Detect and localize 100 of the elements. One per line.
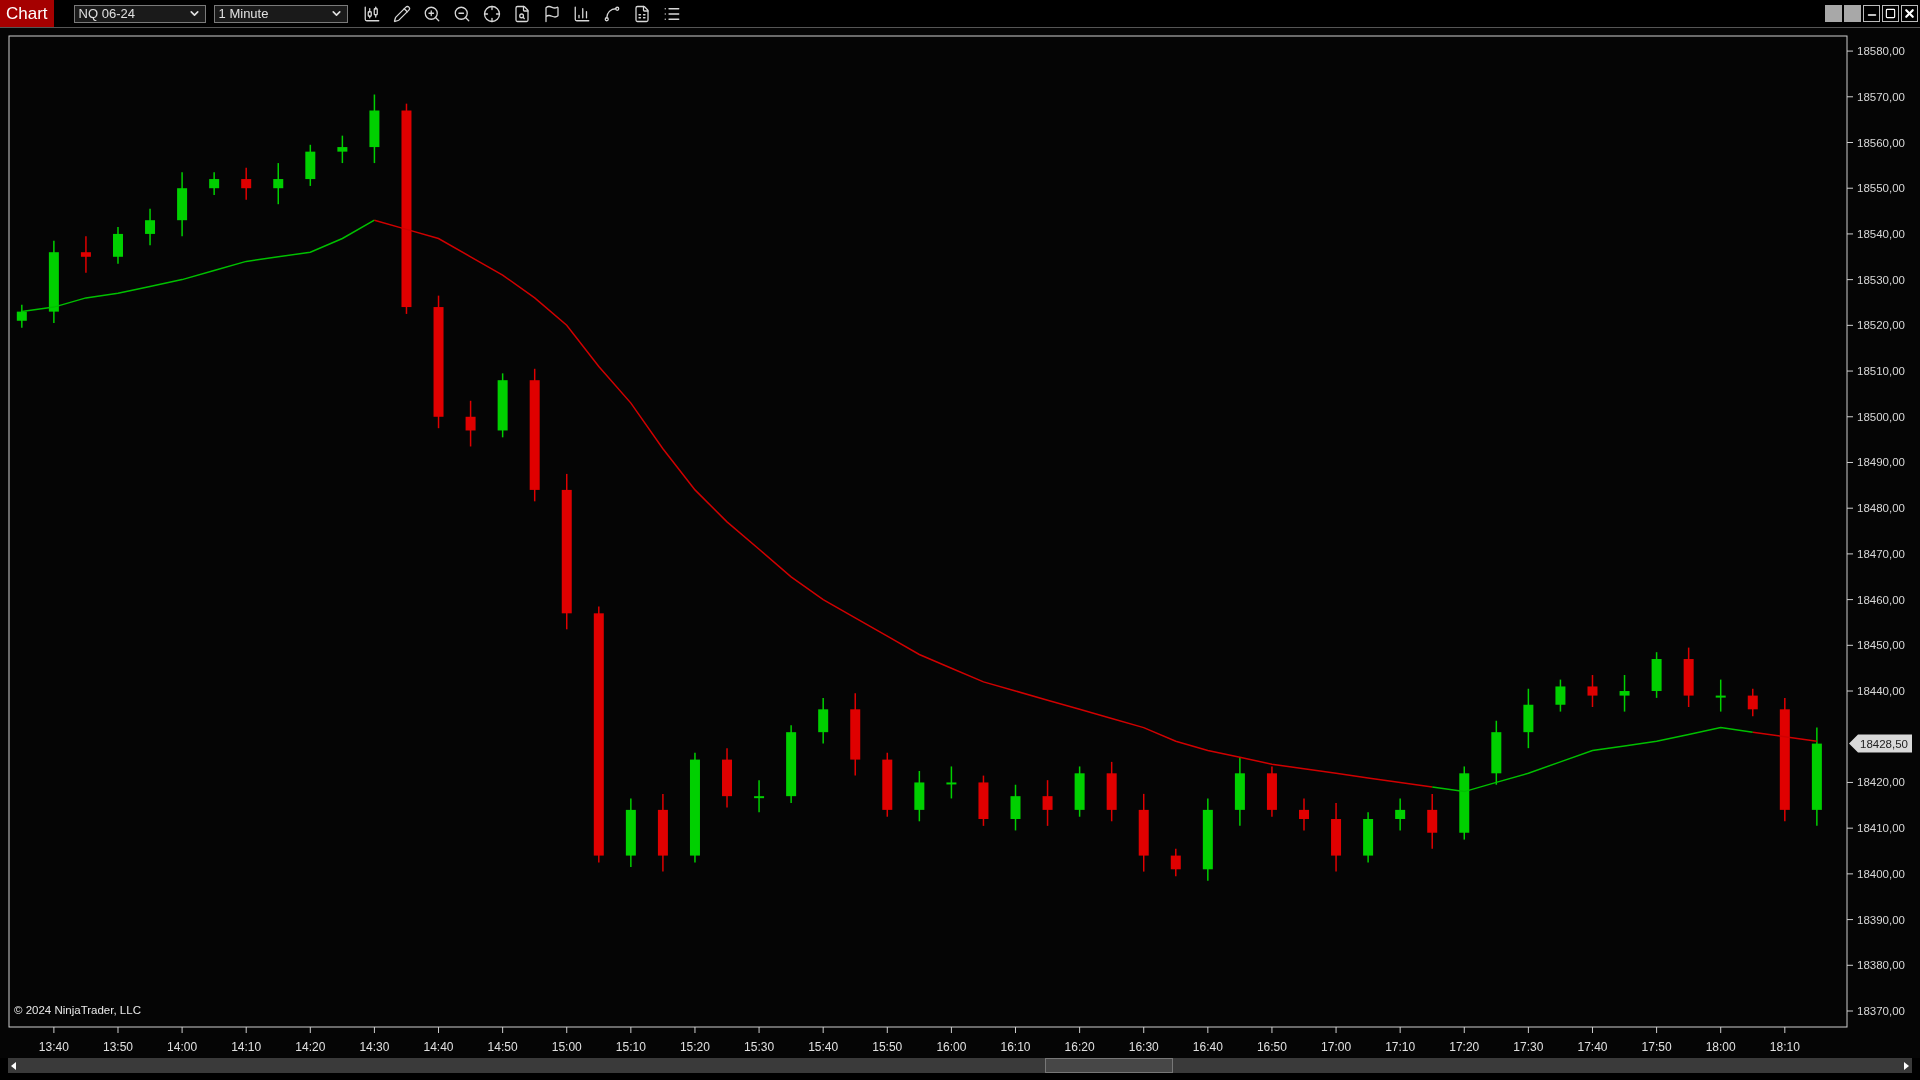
price-axis-label: 18550,00 xyxy=(1857,182,1905,195)
interval-dropdown[interactable]: 1 Minute xyxy=(213,4,348,23)
price-axis-label: 18540,00 xyxy=(1857,227,1905,240)
price-axis-label: 18520,00 xyxy=(1857,319,1905,332)
time-axis-label: 18:00 xyxy=(1705,1040,1736,1054)
scroll-left-arrow[interactable] xyxy=(11,1061,16,1070)
flag-button[interactable] xyxy=(542,4,562,23)
time-axis-label: 14:30 xyxy=(359,1040,390,1054)
time-axis-label: 14:00 xyxy=(167,1040,198,1054)
candle xyxy=(946,765,957,800)
candle xyxy=(80,235,91,274)
candle xyxy=(209,171,220,196)
candle xyxy=(177,171,188,237)
line-chart-icon xyxy=(603,4,622,23)
candle xyxy=(1299,797,1309,832)
candle xyxy=(305,144,316,187)
time-axis-label: 17:20 xyxy=(1449,1040,1480,1054)
candle xyxy=(1010,784,1021,832)
line-chart-button[interactable] xyxy=(602,4,622,23)
price-axis-label: 18560,00 xyxy=(1857,136,1905,149)
zoom-out-icon xyxy=(453,4,472,23)
time-axis-label: 14:50 xyxy=(487,1040,518,1054)
document-search-button[interactable] xyxy=(512,4,532,23)
window-title: Chart xyxy=(0,0,54,27)
candle xyxy=(1170,848,1181,877)
candle xyxy=(1266,765,1277,818)
candle xyxy=(1651,651,1662,699)
time-axis-label: 16:40 xyxy=(1192,1040,1223,1054)
bar-chart-button[interactable] xyxy=(572,4,592,23)
candle xyxy=(145,208,156,247)
price-axis-label: 18490,00 xyxy=(1857,456,1905,469)
candle xyxy=(754,779,765,813)
time-axis-label: 18:10 xyxy=(1769,1040,1800,1054)
price-axis-label: 18510,00 xyxy=(1857,365,1905,378)
pencil-button[interactable] xyxy=(392,4,412,23)
time-axis-label: 17:30 xyxy=(1513,1040,1544,1054)
zoom-in-button[interactable] xyxy=(422,4,442,23)
time-axis-label: 13:50 xyxy=(102,1040,133,1054)
copyright-text: © 2024 NinjaTrader, LLC xyxy=(14,1004,141,1016)
candle xyxy=(1491,720,1502,786)
maximize-button[interactable] xyxy=(1882,5,1899,22)
price-axis-label: 18450,00 xyxy=(1857,639,1905,652)
candle xyxy=(113,226,123,265)
candle xyxy=(1234,756,1245,827)
close-icon xyxy=(1903,7,1916,20)
time-axis-label: 14:40 xyxy=(423,1040,454,1054)
time-axis-label: 15:10 xyxy=(615,1040,646,1054)
scroll-thumb[interactable] xyxy=(1045,1058,1173,1073)
spreadsheet-button[interactable] xyxy=(632,4,652,23)
candle xyxy=(1619,674,1630,713)
candle xyxy=(978,774,989,827)
time-axis-label: 14:10 xyxy=(231,1040,262,1054)
scroll-right-arrow[interactable] xyxy=(1904,1061,1909,1070)
instrument-dropdown[interactable]: NQ 06-24 xyxy=(73,4,206,23)
crosshair-icon xyxy=(483,4,502,23)
price-axis-label: 18580,00 xyxy=(1857,45,1905,58)
candlestick-icon xyxy=(363,4,382,23)
price-axis-label: 18530,00 xyxy=(1857,273,1905,286)
time-axis-label: 14:20 xyxy=(295,1040,326,1054)
candle xyxy=(1747,688,1758,717)
zoom-out-button[interactable] xyxy=(452,4,472,23)
maximize-icon xyxy=(1885,8,1896,19)
candle xyxy=(1587,674,1598,708)
document-search-icon xyxy=(513,4,532,23)
time-axis-label: 16:50 xyxy=(1256,1040,1287,1054)
candle xyxy=(1331,802,1342,873)
close-button[interactable] xyxy=(1901,5,1918,22)
time-axis-label: 15:40 xyxy=(808,1040,839,1054)
time-axis-label: 17:10 xyxy=(1385,1040,1416,1054)
price-axis-label: 18480,00 xyxy=(1857,502,1905,515)
candle xyxy=(465,400,476,448)
zoom-in-icon xyxy=(423,4,442,23)
candle xyxy=(1363,811,1374,864)
minimize-button[interactable] xyxy=(1863,5,1880,22)
candle xyxy=(497,372,508,439)
flag-icon xyxy=(543,4,562,23)
candle xyxy=(722,747,732,809)
price-axis-label: 18420,00 xyxy=(1857,776,1905,789)
crosshair-button[interactable] xyxy=(482,4,502,23)
price-axis-label: 18440,00 xyxy=(1857,685,1905,698)
candle xyxy=(1555,678,1566,713)
candle xyxy=(273,162,284,205)
candle xyxy=(369,93,380,164)
price-axis-label: 18380,00 xyxy=(1857,959,1905,972)
time-axis-label: 17:40 xyxy=(1577,1040,1608,1054)
time-axis-label: 16:30 xyxy=(1128,1040,1159,1054)
candlestick-button[interactable] xyxy=(362,4,382,23)
candle xyxy=(625,797,636,868)
candle xyxy=(1042,779,1053,827)
price-axis-label: 18500,00 xyxy=(1857,410,1905,423)
candle xyxy=(1106,761,1117,823)
time-axis-label: 15:20 xyxy=(679,1040,710,1054)
time-axis-label: 15:30 xyxy=(744,1040,775,1054)
price-axis-label: 18470,00 xyxy=(1857,547,1905,560)
candle xyxy=(1074,765,1085,818)
spreadsheet-icon xyxy=(633,4,652,23)
price-axis-label: 18370,00 xyxy=(1857,1005,1905,1017)
time-axis-label: 13:40 xyxy=(38,1040,69,1054)
horizontal-scrollbar[interactable] xyxy=(8,1058,1912,1073)
candle xyxy=(1683,646,1694,708)
